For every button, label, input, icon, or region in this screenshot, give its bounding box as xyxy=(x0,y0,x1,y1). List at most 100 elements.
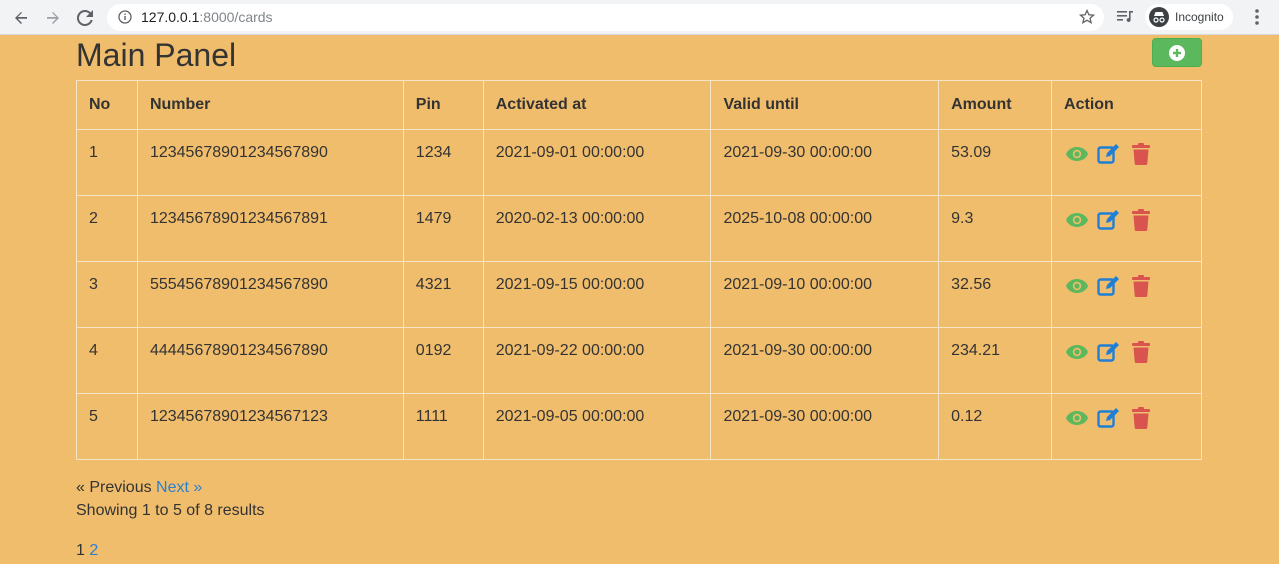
cell-amount: 234.21 xyxy=(938,327,1053,394)
cell-valid-until: 2021-09-30 00:00:00 xyxy=(710,327,940,394)
forward-button[interactable] xyxy=(41,6,65,30)
cell-number: 12345678901234567890 xyxy=(136,129,404,196)
eye-icon xyxy=(1066,213,1089,227)
cell-no: 1 xyxy=(76,129,138,196)
edit-button[interactable] xyxy=(1096,406,1122,430)
cell-no: 3 xyxy=(76,261,138,328)
browser-menu-icon[interactable] xyxy=(1247,6,1267,33)
cell-action xyxy=(1051,327,1202,394)
eye-icon xyxy=(1066,411,1089,425)
row-actions xyxy=(1064,208,1189,232)
cell-activated-at: 2021-09-22 00:00:00 xyxy=(482,327,712,394)
back-button[interactable] xyxy=(9,6,33,30)
media-control-icon[interactable] xyxy=(1115,7,1135,32)
delete-button[interactable] xyxy=(1128,142,1154,166)
cell-action xyxy=(1051,129,1202,196)
edit-button[interactable] xyxy=(1096,340,1122,364)
cell-number: 12345678901234567891 xyxy=(136,195,404,262)
browser-toolbar: 127.0.0.1:8000/cards Incognito xyxy=(0,0,1279,35)
trash-icon xyxy=(1132,407,1151,429)
header-valid-until: Valid until xyxy=(710,80,940,130)
view-button[interactable] xyxy=(1064,406,1090,430)
cell-amount: 53.09 xyxy=(938,129,1053,196)
table-row: 1 12345678901234567890 1234 2021-09-01 00:0… xyxy=(76,129,1202,196)
edit-icon xyxy=(1097,276,1120,296)
table-row: 4 44445678901234567890 0192 2021-09-22 00:0… xyxy=(76,327,1202,394)
row-actions xyxy=(1064,340,1189,364)
page-title: Main Panel xyxy=(76,37,237,73)
bookmark-star-icon[interactable] xyxy=(1078,8,1096,30)
view-button[interactable] xyxy=(1064,340,1090,364)
page-2-link[interactable]: 2 xyxy=(89,542,98,559)
cell-pin: 0192 xyxy=(402,327,484,394)
view-button[interactable] xyxy=(1064,274,1090,298)
trash-icon xyxy=(1132,275,1151,297)
cell-no: 2 xyxy=(76,195,138,262)
delete-button[interactable] xyxy=(1128,406,1154,430)
incognito-label: Incognito xyxy=(1175,10,1224,24)
delete-button[interactable] xyxy=(1128,274,1154,298)
cell-action xyxy=(1051,195,1202,262)
cell-activated-at: 2021-09-15 00:00:00 xyxy=(482,261,712,328)
info-icon[interactable] xyxy=(118,10,132,29)
eye-icon xyxy=(1066,345,1089,359)
edit-button[interactable] xyxy=(1096,208,1122,232)
row-actions xyxy=(1064,274,1189,298)
table-row: 5 12345678901234567123 1111 2021-09-05 00:0… xyxy=(76,393,1202,460)
cell-no: 4 xyxy=(76,327,138,394)
cards-table: No Number Pin Activated at Valid until A… xyxy=(76,80,1202,460)
row-actions xyxy=(1064,406,1189,430)
cell-activated-at: 2021-09-01 00:00:00 xyxy=(482,129,712,196)
header-no: No xyxy=(76,80,138,130)
cell-action xyxy=(1051,393,1202,460)
delete-button[interactable] xyxy=(1128,340,1154,364)
edit-button[interactable] xyxy=(1096,142,1122,166)
trash-icon xyxy=(1132,209,1151,231)
cell-valid-until: 2021-09-10 00:00:00 xyxy=(710,261,940,328)
eye-icon xyxy=(1066,279,1089,293)
cell-pin: 1479 xyxy=(402,195,484,262)
header-amount: Amount xyxy=(938,80,1053,130)
results-summary: Showing 1 to 5 of 8 results xyxy=(76,502,265,519)
address-bar[interactable]: 127.0.0.1:8000/cards xyxy=(107,4,1104,31)
edit-icon xyxy=(1097,210,1120,230)
cell-pin: 4321 xyxy=(402,261,484,328)
cell-number: 44445678901234567890 xyxy=(136,327,404,394)
edit-button[interactable] xyxy=(1096,274,1122,298)
edit-icon xyxy=(1097,342,1120,362)
url-text: 127.0.0.1:8000/cards xyxy=(141,9,273,25)
cell-valid-until: 2021-09-30 00:00:00 xyxy=(710,393,940,460)
cell-amount: 9.3 xyxy=(938,195,1053,262)
url-path: :8000/cards xyxy=(199,9,273,25)
reload-icon xyxy=(77,10,93,26)
add-card-button[interactable] xyxy=(1152,38,1202,67)
cell-pin: 1234 xyxy=(402,129,484,196)
trash-icon xyxy=(1132,143,1151,165)
simple-pagination: « Previous Next » xyxy=(76,478,202,497)
table-header-row: No Number Pin Activated at Valid until A… xyxy=(76,80,1202,130)
eye-icon xyxy=(1066,147,1089,161)
row-actions xyxy=(1064,142,1189,166)
trash-icon xyxy=(1132,341,1151,363)
arrow-right-icon xyxy=(47,12,59,24)
table-row: 3 55545678901234567890 4321 2021-09-15 00:0… xyxy=(76,261,1202,328)
view-button[interactable] xyxy=(1064,208,1090,232)
incognito-icon xyxy=(1149,7,1169,27)
table-row: 2 12345678901234567891 1479 2020-02-13 00:0… xyxy=(76,195,1202,262)
plus-circle-icon xyxy=(1169,44,1185,61)
header-pin: Pin xyxy=(402,80,484,130)
cell-amount: 0.12 xyxy=(938,393,1053,460)
next-link[interactable]: Next » xyxy=(156,479,202,496)
cell-amount: 32.56 xyxy=(938,261,1053,328)
delete-button[interactable] xyxy=(1128,208,1154,232)
url-host: 127.0.0.1 xyxy=(141,9,200,25)
cell-pin: 1111 xyxy=(402,393,484,460)
cell-activated-at: 2021-09-05 00:00:00 xyxy=(482,393,712,460)
view-button[interactable] xyxy=(1064,142,1090,166)
cell-activated-at: 2020-02-13 00:00:00 xyxy=(482,195,712,262)
reload-button[interactable] xyxy=(73,6,97,30)
incognito-indicator[interactable]: Incognito xyxy=(1145,4,1233,30)
arrow-left-icon xyxy=(15,12,27,24)
cell-number: 12345678901234567123 xyxy=(136,393,404,460)
header-action: Action xyxy=(1051,80,1202,130)
